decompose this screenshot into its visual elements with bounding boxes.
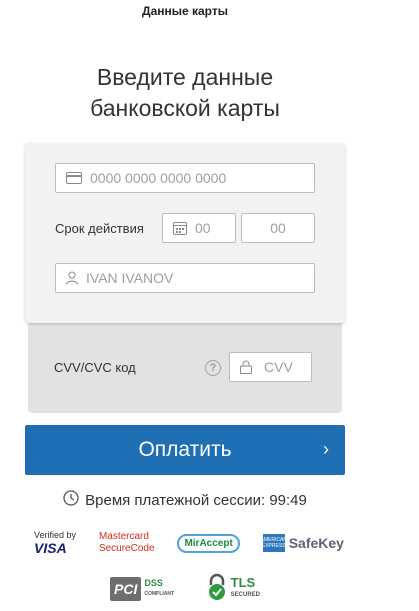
card-holder-placeholder: IVAN IVANOV: [86, 270, 174, 286]
expiry-label: Срок действия: [55, 221, 144, 236]
card-back-panel: CVV/CVC код ? CVV: [28, 315, 342, 413]
mir-logo: MirAccept: [177, 533, 240, 553]
amex-safekey-logo: AMERICAN EXPRESS SafeKey: [260, 534, 344, 552]
page-title-line2: банковской карты: [90, 95, 280, 121]
clock-icon: [63, 490, 79, 510]
payment-logos: Verified by VISA Mastercard SecureCode M…: [34, 526, 344, 560]
expiry-year-placeholder: 00: [270, 220, 286, 236]
card-number-placeholder: 0000 0000 0000 0000: [90, 170, 227, 186]
session-timer-label: Время платежной сессии: 99:49: [85, 491, 307, 509]
expiry-month-placeholder: 00: [195, 220, 211, 236]
cvv-field[interactable]: CVV: [229, 352, 312, 382]
security-badges: PCI DSS COMPLIANT TLS SECURED: [110, 572, 260, 606]
page-top-title: Данные карты: [142, 4, 228, 18]
expiry-year-field[interactable]: 00: [241, 213, 315, 243]
cvv-placeholder: CVV: [264, 359, 293, 375]
mastercard-logo: Mastercard SecureCode: [98, 531, 155, 554]
visa-logo: Verified by VISA: [34, 530, 77, 556]
pay-button-label: Оплатить: [138, 438, 232, 461]
calendar-icon: [173, 221, 187, 235]
chevron-right-icon: ›: [323, 439, 329, 459]
expiry-month-field[interactable]: 00: [162, 213, 236, 243]
cvv-label: CVV/CVC код: [54, 360, 136, 375]
card-number-field[interactable]: 0000 0000 0000 0000: [55, 163, 315, 193]
card-holder-field[interactable]: IVAN IVANOV: [55, 263, 315, 293]
pci-dss-badge: PCI DSS COMPLIANT: [110, 577, 174, 601]
page-title-line1: Введите данные: [96, 64, 274, 90]
session-timer: Время платежной сессии: 99:49: [0, 490, 370, 510]
pay-button[interactable]: Оплатить ›: [25, 425, 345, 475]
tls-badge: TLS SECURED: [206, 573, 260, 606]
lock-icon: [240, 360, 252, 374]
card-front-panel: 0000 0000 0000 0000 Срок действия 00 00 …: [25, 143, 345, 323]
page-title: Введите данные банковской карты: [0, 62, 370, 124]
card-icon: [66, 172, 82, 184]
padlock-icon: [206, 573, 228, 606]
user-icon: [66, 271, 78, 285]
help-icon[interactable]: ?: [205, 360, 221, 376]
